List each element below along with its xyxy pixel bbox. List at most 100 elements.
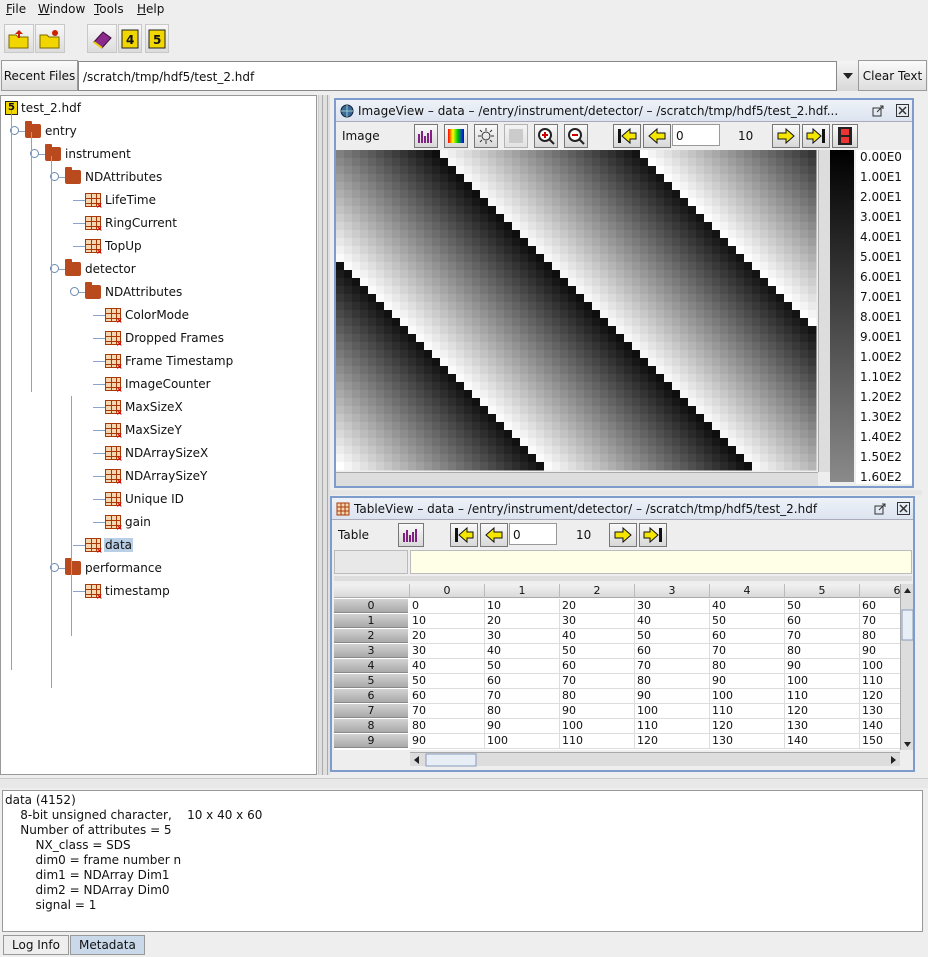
table-row-header[interactable]: 9 — [334, 734, 408, 748]
table-cell[interactable]: 130 — [785, 719, 860, 734]
table-cell[interactable]: 50 — [710, 614, 785, 629]
table-cell[interactable]: 80 — [860, 629, 900, 644]
image-vscrollbar[interactable] — [818, 150, 830, 472]
recent-files-button[interactable]: Recent Files — [1, 60, 78, 91]
tree-node-dataset[interactable]: × NDArraySizeY — [105, 466, 208, 486]
table-vscrollbar[interactable] — [900, 584, 914, 750]
table-cell[interactable]: 80 — [410, 719, 485, 734]
table-cell[interactable]: 30 — [410, 644, 485, 659]
tab-metadata[interactable]: Metadata — [70, 935, 145, 955]
table-cell[interactable]: 0 — [410, 599, 485, 614]
table-row-header[interactable]: 1 — [334, 614, 408, 628]
path-dropdown-button[interactable] — [836, 61, 858, 91]
table-cell[interactable]: 20 — [560, 599, 635, 614]
tree-node-dataset[interactable]: × Frame Timestamp — [105, 351, 234, 371]
table-cell[interactable]: 80 — [560, 689, 635, 704]
table-cell[interactable]: 50 — [485, 659, 560, 674]
table-row-header[interactable]: 4 — [334, 659, 408, 673]
users-guide-button[interactable] — [87, 24, 117, 53]
frame-number-input[interactable]: 0 — [672, 124, 720, 146]
data-table[interactable]: 0 1 2 3 4 5 6 0 0 10 20 30 40 50 60 1 10 20 30 40 50 60 70 2 20 3… — [334, 584, 900, 750]
image-menu[interactable]: Image — [342, 129, 380, 143]
tree-node-group[interactable]: NDAttributes — [85, 282, 183, 302]
tree-node-dataset[interactable]: × RingCurrent — [85, 213, 178, 233]
table-cell[interactable]: 70 — [560, 674, 635, 689]
table-cell[interactable]: 50 — [635, 629, 710, 644]
table-cell[interactable]: 40 — [410, 659, 485, 674]
table-cell[interactable]: 70 — [635, 659, 710, 674]
table-cell[interactable]: 120 — [635, 734, 710, 749]
table-cell[interactable]: 100 — [635, 704, 710, 719]
table-cell[interactable]: 100 — [485, 734, 560, 749]
last-frame-button[interactable] — [802, 124, 830, 148]
table-cell[interactable]: 100 — [560, 719, 635, 734]
table-cell[interactable]: 80 — [785, 644, 860, 659]
recent-path-input[interactable]: /scratch/tmp/hdf5/test_2.hdf — [78, 61, 858, 91]
table-cell[interactable]: 50 — [410, 674, 485, 689]
table-cell[interactable]: 140 — [860, 719, 900, 734]
table-cell[interactable]: 80 — [635, 674, 710, 689]
table-cell[interactable]: 70 — [860, 614, 900, 629]
hdf4-button[interactable]: 4 — [118, 24, 142, 53]
tree-node-dataset[interactable]: × data — [85, 535, 134, 555]
table-cell[interactable]: 120 — [710, 719, 785, 734]
tree-node-dataset[interactable]: × TopUp — [85, 236, 143, 256]
clear-text-button[interactable]: Clear Text — [858, 60, 927, 91]
cell-value-field[interactable] — [410, 550, 912, 574]
histogram-button[interactable] — [414, 124, 438, 148]
table-cell[interactable]: 150 — [860, 734, 900, 749]
menu-window[interactable]: Window — [38, 2, 85, 16]
tree-node-group[interactable]: detector — [65, 259, 137, 279]
table-row-header[interactable]: 3 — [334, 644, 408, 658]
table-cell[interactable]: 40 — [560, 629, 635, 644]
table-cell[interactable]: 20 — [485, 614, 560, 629]
table-cell[interactable]: 110 — [560, 734, 635, 749]
views-splitter[interactable] — [330, 490, 922, 495]
table-cell[interactable]: 70 — [410, 704, 485, 719]
table-cell[interactable]: 90 — [485, 719, 560, 734]
tree-node-dataset[interactable]: × NDArraySizeX — [105, 443, 209, 463]
hdf5-button[interactable]: 5 — [145, 24, 169, 53]
menu-file[interactable]: File — [6, 2, 26, 16]
table-column-header[interactable]: 2 — [560, 584, 635, 598]
table-cell[interactable]: 60 — [785, 614, 860, 629]
table-cell[interactable]: 90 — [635, 689, 710, 704]
main-splitter[interactable] — [318, 95, 330, 775]
bottom-splitter[interactable] — [0, 778, 928, 788]
table-cell[interactable]: 90 — [410, 734, 485, 749]
table-cell[interactable]: 60 — [560, 659, 635, 674]
table-column-header[interactable]: 1 — [485, 584, 560, 598]
table-cell[interactable]: 50 — [785, 599, 860, 614]
zoom-in-button[interactable] — [534, 124, 558, 148]
menu-tools[interactable]: Tools — [94, 2, 124, 16]
table-cell[interactable]: 40 — [485, 644, 560, 659]
table-row-header[interactable]: 8 — [334, 719, 408, 733]
table-cell[interactable]: 90 — [710, 674, 785, 689]
tree-node-group[interactable]: entry — [25, 121, 78, 141]
tree-node-dataset[interactable]: × LifeTime — [85, 190, 157, 210]
next-frame-button[interactable] — [609, 523, 637, 547]
table-cell[interactable]: 60 — [710, 629, 785, 644]
table-column-header[interactable]: 6 — [860, 584, 900, 598]
table-cell[interactable]: 60 — [410, 689, 485, 704]
table-row-header[interactable]: 2 — [334, 629, 408, 643]
tree-node-dataset[interactable]: × timestamp — [85, 581, 171, 601]
tree-root[interactable]: 5 test_2.hdf — [5, 98, 81, 118]
table-cell[interactable]: 140 — [785, 734, 860, 749]
menu-help[interactable]: Help — [137, 2, 164, 16]
frame-number-input[interactable]: 0 — [509, 523, 557, 545]
table-column-header[interactable]: 0 — [410, 584, 485, 598]
close-icon[interactable] — [897, 502, 910, 515]
open-file-button[interactable] — [4, 24, 34, 53]
table-cell[interactable]: 90 — [560, 704, 635, 719]
animation-button[interactable] — [832, 124, 858, 148]
tree-node-dataset[interactable]: × Dropped Frames — [105, 328, 225, 348]
table-column-header[interactable]: 5 — [785, 584, 860, 598]
table-row-header[interactable]: 6 — [334, 689, 408, 703]
table-cell[interactable]: 70 — [785, 629, 860, 644]
table-cell[interactable]: 60 — [635, 644, 710, 659]
table-cell[interactable]: 80 — [485, 704, 560, 719]
table-cell[interactable]: 30 — [635, 599, 710, 614]
table-row-header[interactable]: 7 — [334, 704, 408, 718]
table-cell[interactable]: 90 — [785, 659, 860, 674]
